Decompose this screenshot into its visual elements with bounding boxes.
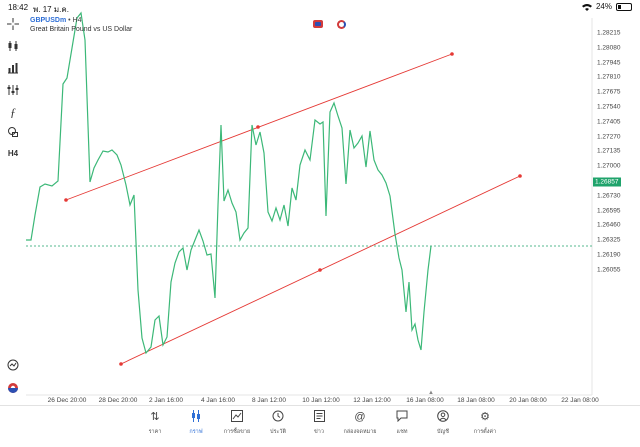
symbol-header[interactable]: GBPUSDm • H4 Great Britain Pound vs US D… [30,16,132,34]
left-toolbar: ƒ H4 [0,14,26,409]
price-axis-label: 1.26595 [597,207,621,215]
nav-chart-label: กราฟ [189,429,203,435]
price-axis-label: 1.27945 [597,59,621,67]
candlestick-icon[interactable] [4,38,22,54]
time-axis-label: 16 Jan 08:00 [406,397,444,404]
nav-mailbox[interactable]: @ กล่องจดหมาย [338,410,382,436]
price-axis-label: 1.28215 [597,29,621,37]
chat-icon [380,410,424,424]
function-icon[interactable]: ƒ [4,104,22,120]
nav-quotes[interactable]: ⇅ ราคา [133,410,177,436]
trendline-anchor [256,125,260,129]
news-icon [297,410,341,424]
indicators-icon[interactable] [4,82,22,98]
chart-area[interactable]: ▲ [0,0,640,410]
nav-mailbox-label: กล่องจดหมาย [343,429,377,435]
nav-account[interactable]: บัญชี [421,410,465,436]
time-marker-icon: ▲ [428,390,434,396]
trendline-anchor [318,268,322,272]
settings-icon: ⚙ [480,411,490,423]
price-axis-label: 1.26325 [597,236,621,244]
nav-chart[interactable]: กราฟ [174,410,218,436]
chart-header-icons [313,20,346,29]
price-chart[interactable]: ▲ [0,0,640,410]
history-icon [256,410,300,424]
current-price-label: 1.26857 [593,177,621,187]
price-axis-label: 1.26055 [597,266,621,274]
symbol-timeframe: • H4 [68,17,82,24]
bar-chart-icon[interactable] [4,60,22,76]
chart-icon [174,410,218,424]
price-axis-label: 1.27270 [597,133,621,141]
time-axis-label: 12 Jan 12:00 [353,397,391,404]
price-axis-label: 1.26460 [597,221,621,229]
nav-history-label: ประวัติ [269,429,287,435]
nav-quotes-label: ราคา [148,429,162,435]
time-axis-label: 20 Jan 08:00 [509,397,547,404]
price-axis-label: 1.27675 [597,88,621,96]
layers-icon[interactable] [4,380,22,396]
price-axis-label: 1.27135 [597,147,621,155]
trendline-anchor [518,174,522,178]
nav-account-label: บัญชี [437,429,449,435]
alarm-icon[interactable] [4,357,22,373]
symbol-description: Great Britain Pound vs US Dollar [30,26,133,33]
trendline-anchor [119,362,123,366]
price-axis-label: 1.26190 [597,251,621,259]
nav-settings[interactable]: ⚙ การตั้งค่า [463,410,507,436]
time-axis-label: 18 Jan 08:00 [457,397,495,404]
shapes-icon[interactable] [4,124,22,140]
time-axis-label: 10 Jan 12:00 [302,397,340,404]
price-axis-label: 1.27810 [597,73,621,81]
nav-settings-label: การตั้งค่า [473,429,497,435]
mailbox-icon: @ [354,411,366,423]
nav-history[interactable]: ประวัติ [256,410,300,436]
price-line [26,11,432,355]
quotes-icon: ⇅ [150,411,160,423]
account-icon [421,410,465,424]
time-axis-label: 26 Dec 20:00 [47,397,87,404]
time-axis-label: 28 Dec 20:00 [98,397,138,404]
time-axis-label: 22 Jan 08:00 [561,397,599,404]
crosshair-icon[interactable] [4,16,22,32]
timeframe-label[interactable]: H4 [4,145,22,161]
nav-news-label: ข่าว [314,429,324,435]
price-axis-label: 1.26730 [597,192,621,200]
time-axis-label: 8 Jan 12:00 [252,397,286,404]
nav-chat[interactable]: แชท [380,410,424,436]
price-axis-label: 1.27540 [597,103,621,111]
bottom-nav: ⇅ ราคา กราฟ การซื้อขาย ประวัติ ข่าว @ กล… [0,405,640,447]
nav-chat-label: แชท [396,429,408,435]
sync-icon[interactable] [337,20,346,29]
price-axis-label: 1.27405 [597,118,621,126]
nav-trade-label: การซื้อขาย [223,429,251,435]
trendline-anchor [64,198,68,202]
symbol-name: GBPUSDm [30,17,67,24]
one-click-trading-icon[interactable] [313,20,323,28]
time-axis-label: 4 Jan 16:00 [201,397,235,404]
nav-trade[interactable]: การซื้อขาย [215,410,259,436]
price-axis-label: 1.27000 [597,162,621,170]
trendline-anchor [450,52,454,56]
time-axis-label: 2 Jan 16:00 [149,397,183,404]
price-axis-label: 1.28080 [597,44,621,52]
nav-news[interactable]: ข่าว [297,410,341,436]
trendlines [64,52,522,366]
trade-icon [215,410,259,424]
